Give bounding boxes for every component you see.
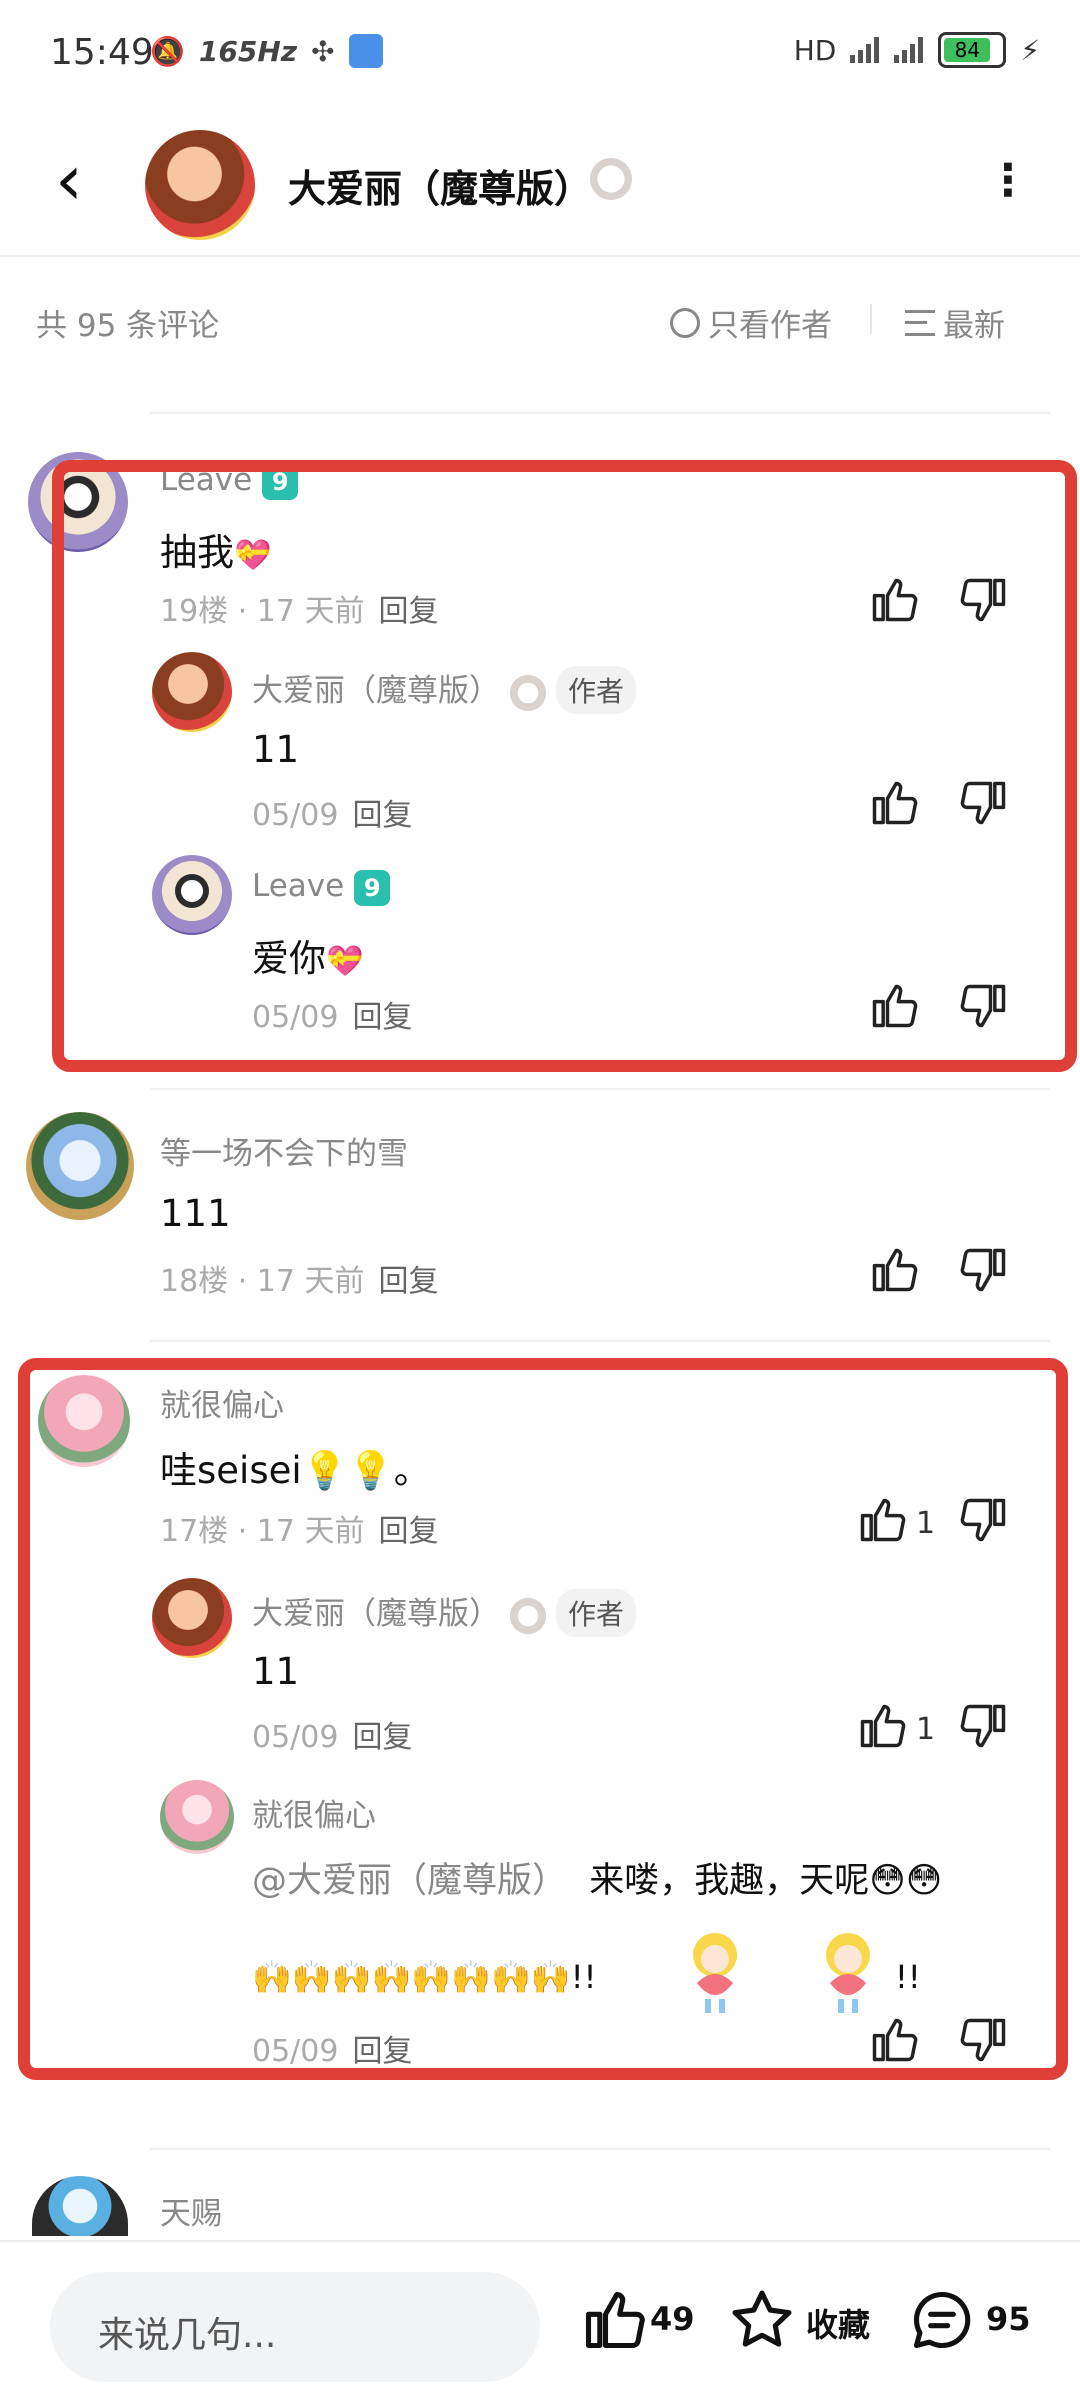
collect-label[interactable]: 收藏 bbox=[806, 2300, 870, 2346]
star-icon[interactable] bbox=[728, 2286, 796, 2354]
fan-icon: ✣ bbox=[311, 34, 335, 68]
reply-button[interactable]: 回复 bbox=[379, 1264, 439, 1299]
comment-count: 共 95 条评论 bbox=[36, 308, 220, 344]
only-author-label: 只看作者 bbox=[708, 308, 832, 344]
charging-icon: ⚡ bbox=[1020, 33, 1040, 67]
radio-circle-icon bbox=[670, 307, 700, 338]
sort-label: 最新 bbox=[943, 308, 1005, 344]
bottom-action-bar: 来说几句... 49 收藏 95 bbox=[0, 2240, 1080, 2402]
avatar[interactable] bbox=[26, 1112, 134, 1220]
post-like-count: 49 bbox=[650, 2300, 695, 2338]
mute-icon: 🔕 bbox=[150, 34, 185, 68]
author-avatar[interactable] bbox=[145, 130, 255, 240]
comment-username[interactable]: 等一场不会下的雪 bbox=[160, 1128, 408, 1173]
signal-icon-2 bbox=[894, 37, 924, 63]
comment-meta: 18楼 · 17 天前 回复 bbox=[160, 1264, 439, 1299]
status-left-icons: 🔕 165Hz ✣ bbox=[150, 34, 383, 68]
divider bbox=[870, 304, 872, 334]
thumb-up-icon[interactable] bbox=[580, 2286, 648, 2354]
status-right-icons: HD 84 ⚡ bbox=[794, 32, 1040, 68]
status-time: 15:49 bbox=[50, 32, 154, 73]
battery-level: 84 bbox=[944, 38, 991, 62]
divider bbox=[150, 1340, 1050, 1342]
back-arrow-icon[interactable]: ‹ bbox=[55, 145, 83, 215]
signal-icon bbox=[850, 37, 880, 63]
thumb-up-icon[interactable] bbox=[868, 1244, 920, 1296]
only-author-toggle[interactable]: 只看作者 bbox=[670, 300, 832, 345]
comment-count-badge[interactable]: 95 bbox=[986, 2300, 1031, 2338]
hd-label: HD bbox=[793, 33, 837, 67]
thumb-down-icon[interactable] bbox=[958, 1244, 1010, 1296]
page-title[interactable]: 大爱丽（魔尊版） bbox=[288, 158, 592, 213]
divider bbox=[150, 2148, 1050, 2150]
sort-selector[interactable]: 最新 bbox=[905, 300, 1005, 345]
hotspot-icon bbox=[348, 34, 383, 68]
divider bbox=[150, 1088, 1050, 1090]
comment-input[interactable]: 来说几句... bbox=[50, 2272, 540, 2382]
battery-icon: 84 bbox=[938, 32, 1007, 68]
avatar[interactable] bbox=[32, 2176, 128, 2236]
comment-list-bar: 共 95 条评论 只看作者 最新 bbox=[0, 290, 1080, 350]
comment-text: 111 bbox=[160, 1192, 231, 1235]
status-bar: 15:49 🔕 165Hz ✣ HD 84 ⚡ bbox=[0, 0, 1080, 100]
author-badge-icon bbox=[590, 158, 632, 200]
highlight-box bbox=[18, 1358, 1068, 2080]
refresh-rate: 165Hz bbox=[198, 34, 298, 68]
more-options-icon[interactable]: ⋮ bbox=[986, 155, 1030, 206]
divider bbox=[150, 412, 1050, 414]
comment-input-placeholder: 来说几句... bbox=[98, 2315, 277, 2356]
comment-username[interactable]: 天赐 bbox=[160, 2188, 222, 2233]
comment-bubble-icon[interactable] bbox=[908, 2286, 976, 2354]
highlight-box bbox=[52, 460, 1077, 1072]
sort-icon bbox=[905, 309, 935, 336]
top-nav: ‹ 大爱丽（魔尊版） ⋮ bbox=[0, 110, 1080, 257]
